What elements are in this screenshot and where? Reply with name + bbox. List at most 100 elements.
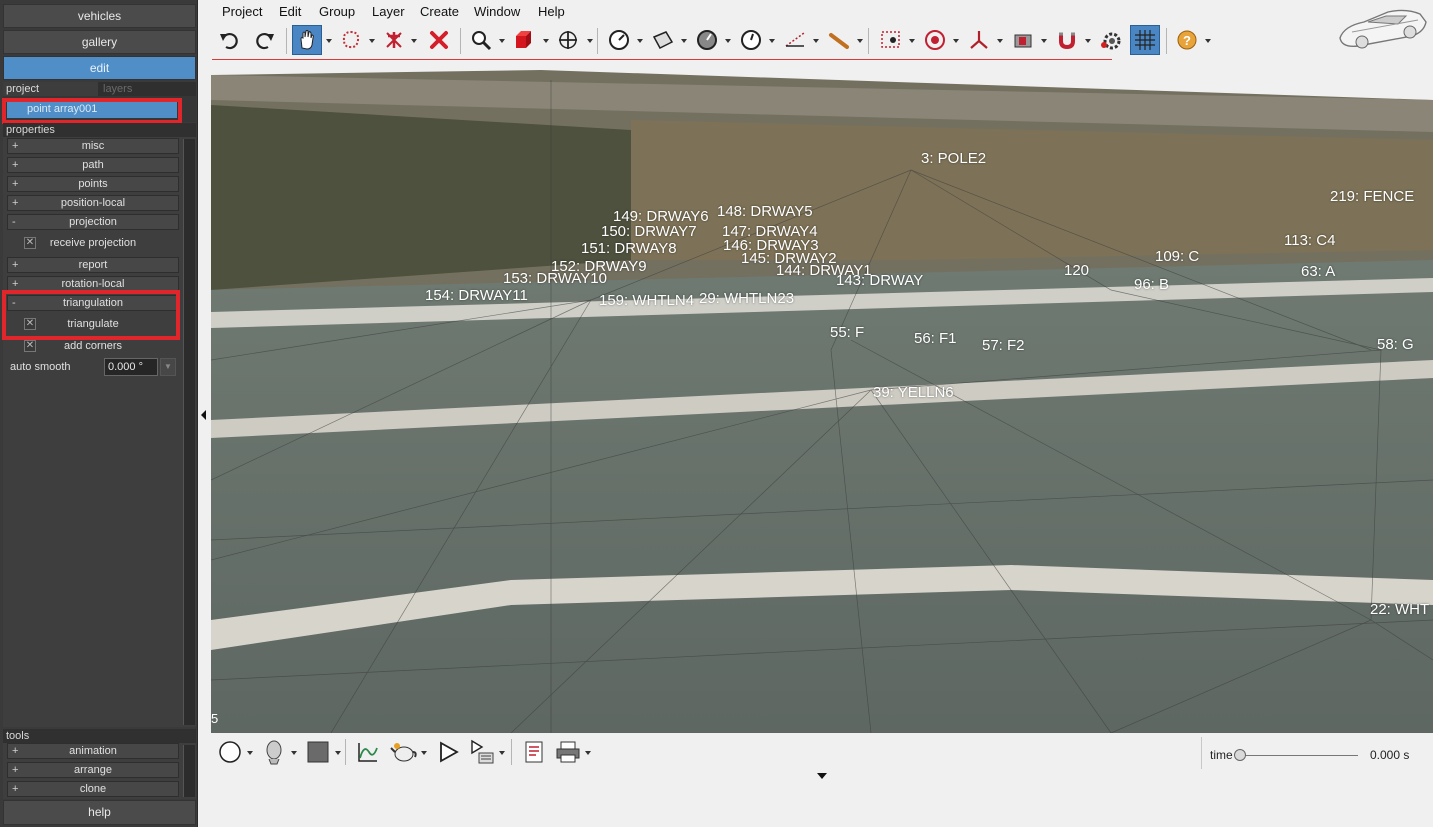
clock-icon[interactable] [736,25,766,55]
point-label: 56: F1 [914,330,957,347]
curve-graph-icon[interactable] [353,737,383,767]
point-label: 22: WHT [1370,601,1430,618]
section-points[interactable]: + points [7,176,179,192]
stick-icon[interactable] [824,25,854,55]
delete-x-icon[interactable] [424,25,454,55]
menu-create[interactable]: Create [420,4,459,19]
auto-smooth-row: auto smooth 0.000 ° ▼ [10,358,180,376]
point-label: 219: FENCE [1330,188,1415,205]
point-label: 29: WHTLN23 [699,290,795,307]
axis-icon[interactable] [964,25,994,55]
section-misc[interactable]: + misc [7,138,179,154]
receive-projection-checkbox[interactable]: ✕ [24,237,36,249]
menu-project[interactable]: Project [222,4,262,19]
report-icon[interactable] [519,737,549,767]
point-label: 96: B [1134,276,1170,293]
3d-viewport[interactable]: 3: POLE2 149: DRWAY6 148: DRWAY5 150: DRWAY… [211,60,1433,733]
add-corners-checkbox[interactable]: ✕ [24,340,36,352]
play-list-icon[interactable] [467,737,497,767]
magnet-icon[interactable] [1052,25,1082,55]
time-slider-track[interactable] [1240,755,1358,756]
lasso-select-icon[interactable] [336,25,366,55]
time-slider-knob[interactable] [1234,749,1246,761]
tool-animation[interactable]: + animation [7,743,179,759]
undo-icon[interactable] [214,25,244,55]
section-projection[interactable]: - projection [7,214,179,230]
highlight-box-triangulation [2,290,180,340]
point-label: 148: DRWAY5 [717,203,813,220]
app-window: vehicles gallery edit project layers poi… [0,0,1433,827]
highlight-box-project-item [2,98,182,124]
gear-icon[interactable] [1096,25,1126,55]
auto-smooth-label: auto smooth [10,361,71,373]
help-icon[interactable]: ? [1172,25,1202,55]
teapot-icon[interactable] [389,737,419,767]
pin-remove-icon[interactable] [379,25,409,55]
properties-scrollbar[interactable] [183,139,195,725]
menu-window[interactable]: Window [474,4,520,19]
record-frame-icon[interactable] [876,25,906,55]
move-icon[interactable] [553,25,583,55]
redo-icon[interactable] [250,25,280,55]
gauge-icon[interactable] [604,25,634,55]
tab-layers[interactable]: layers [100,82,196,96]
point-label: 153: DRWAY10 [503,270,607,287]
menu-layer[interactable]: Layer [372,4,405,19]
dial-icon[interactable] [692,25,722,55]
menu-help[interactable]: Help [538,4,565,19]
grid-icon[interactable] [1130,25,1160,55]
play-icon[interactable] [433,737,463,767]
point-label: 55: F [830,324,865,341]
plane-icon[interactable] [648,25,678,55]
menu-bar: Project Edit Group Layer Create Window H… [212,0,1433,22]
section-path[interactable]: + path [7,157,179,173]
tools-scrollbar[interactable] [183,745,195,797]
section-report[interactable]: + report [7,257,179,273]
auto-smooth-input[interactable]: 0.000 ° [104,358,158,376]
point-label: 151: DRWAY8 [581,240,677,257]
red-cube-icon[interactable] [509,25,539,55]
point-label: 143: DRWAY [836,272,924,289]
point-label: 39: YELLN6 [873,384,954,401]
zoom-icon[interactable] [466,25,496,55]
point-label: 150: DRWAY7 [601,223,697,240]
section-position-local[interactable]: + position-local [7,195,179,211]
point-label: 57: F2 [982,337,1025,354]
point-label: 63: A [1301,263,1336,280]
terrain-scene [211,60,1433,733]
left-panel: vehicles gallery edit project layers poi… [0,0,198,827]
tools-header: tools [3,729,196,743]
vehicles-button[interactable]: vehicles [3,4,196,28]
help-button[interactable]: help [3,800,196,825]
point-label: 58: G [1377,336,1414,353]
edit-button[interactable]: edit [3,56,196,80]
collapse-panel-arrow-icon[interactable] [817,773,827,779]
tab-project[interactable]: project [3,82,98,96]
gallery-button[interactable]: gallery [3,30,196,54]
print-icon[interactable] [553,737,583,767]
head-icon[interactable] [259,737,289,767]
camera-icon[interactable] [1008,25,1038,55]
measure-icon[interactable] [780,25,810,55]
tool-arrange[interactable]: + arrange [7,762,179,778]
point-label: 154: DRWAY11 [425,287,528,304]
tool-clone[interactable]: + clone [7,781,179,797]
point-label: 159: WHTLN4 [599,292,695,309]
panel-collapse-handle[interactable] [198,400,210,430]
pan-hand-icon[interactable] [292,25,322,55]
time-control: time 0.000 s [1201,737,1433,769]
time-label: time [1210,748,1233,762]
target-icon[interactable] [920,25,950,55]
time-value: 0.000 s [1370,748,1410,762]
main-toolbar: ? [212,22,1211,60]
bottom-toolbar: time 0.000 s [211,733,1433,827]
auto-smooth-spinner[interactable]: ▼ [160,358,176,376]
receive-projection-row: ✕ receive projection [24,237,137,249]
project-tabs: project layers [3,82,196,96]
material-swatch-icon[interactable] [303,737,333,767]
menu-edit[interactable]: Edit [279,4,301,19]
point-label: 120 [1064,262,1090,279]
circle-shape-icon[interactable] [215,737,245,767]
menu-group[interactable]: Group [319,4,355,19]
properties-header: properties [3,123,196,137]
